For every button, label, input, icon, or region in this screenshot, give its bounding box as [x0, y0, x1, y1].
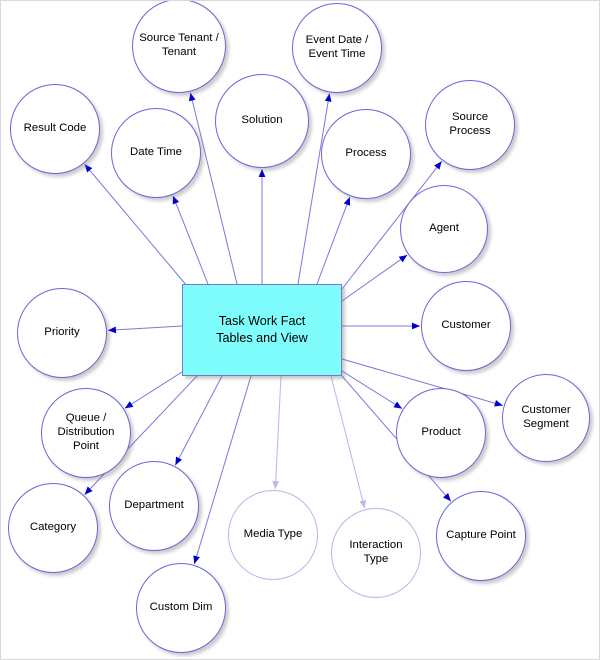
edge-line [316, 196, 351, 285]
edge-to-date-time [172, 195, 209, 285]
dimension-label: Customer [441, 319, 491, 332]
edge-arrowhead [272, 480, 280, 490]
dimension-product[interactable]: Product [396, 388, 486, 478]
dimension-label: Solution [241, 114, 283, 127]
edge-arrowhead [359, 499, 366, 509]
dimension-custom-dim[interactable]: Custom Dim [136, 563, 226, 653]
dimension-process[interactable]: Process [321, 109, 411, 199]
edge-line [341, 254, 408, 302]
dimension-label: Event Date / Event Time [305, 34, 369, 60]
dimension-label: Capture Point [446, 529, 516, 542]
edge-arrowhead [443, 493, 451, 502]
edge-arrowhead [434, 161, 442, 170]
dimension-label: Interaction Type [349, 539, 403, 565]
dimension-media-type[interactable]: Media Type [228, 490, 318, 580]
edge-arrowhead [494, 400, 503, 407]
edge-to-product [341, 370, 403, 410]
dimension-label: Result Code [23, 122, 87, 135]
dimension-department[interactable]: Department [109, 461, 199, 551]
edge-line [172, 195, 209, 285]
dimension-agent[interactable]: Agent [400, 185, 488, 273]
edge-arrowhead [258, 169, 266, 177]
edge-arrowhead [398, 254, 408, 263]
dimension-customer-segment[interactable]: Customer Segment [502, 374, 590, 462]
edge-arrowhead [172, 195, 180, 205]
dimension-solution[interactable]: Solution [215, 74, 309, 168]
edge-arrowhead [193, 555, 200, 564]
edge-line [341, 370, 403, 410]
dimension-source-process[interactable]: Source Process [425, 80, 515, 170]
edge-arrowhead [84, 164, 93, 173]
dimension-label: Source Tenant / Tenant [139, 32, 219, 58]
edge-arrowhead [393, 401, 403, 409]
edge-line [274, 375, 282, 490]
dimension-interaction-type[interactable]: Interaction Type [331, 508, 421, 598]
dimension-customer[interactable]: Customer [421, 281, 511, 371]
dimension-date-time[interactable]: Date Time [111, 108, 201, 198]
dimension-label: Category [29, 521, 77, 534]
edge-arrowhead [84, 486, 93, 495]
edge-to-customer [342, 322, 420, 330]
edge-arrowhead [412, 322, 420, 330]
dimension-priority[interactable]: Priority [17, 288, 107, 378]
dimension-label: Custom Dim [149, 601, 213, 614]
dimension-label: Agent [429, 222, 459, 235]
dimension-source-tenant[interactable]: Source Tenant / Tenant [132, 1, 226, 93]
dimension-label: Customer Segment [521, 404, 571, 430]
dimension-label: Priority [44, 326, 80, 339]
dimension-label: Process [345, 147, 387, 160]
edge-line [124, 371, 183, 409]
edge-line [330, 375, 366, 509]
edge-to-media-type [272, 375, 282, 490]
edge-to-interaction-type [330, 375, 366, 509]
edge-arrowhead [188, 92, 196, 102]
dimension-event-date-time[interactable]: Event Date / Event Time [292, 3, 382, 93]
star-schema-diagram: Task Work Fact Tables and View Result Cod… [0, 0, 600, 660]
dimension-label: Queue / Distribution Point [57, 412, 115, 452]
dimension-result-code[interactable]: Result Code [10, 84, 100, 174]
edge-line [107, 325, 183, 331]
edge-to-agent [341, 254, 408, 302]
edge-arrowhead [175, 456, 183, 466]
edge-to-queue-distribution [124, 371, 183, 409]
edge-arrowhead [343, 197, 351, 206]
edge-arrowhead [324, 93, 332, 102]
edge-to-priority [107, 325, 183, 334]
dimension-label: Source Process [449, 111, 491, 137]
dimension-category[interactable]: Category [8, 483, 98, 573]
fact-table-label: Task Work Fact Tables and View [216, 314, 308, 345]
dimension-queue-distribution[interactable]: Queue / Distribution Point [41, 388, 131, 478]
edge-arrowhead [107, 326, 117, 334]
edge-to-department [174, 375, 223, 466]
edge-to-solution [258, 169, 266, 284]
edge-line [174, 375, 223, 466]
dimension-label: Department [124, 499, 184, 512]
fact-table-task-work-fact[interactable]: Task Work Fact Tables and View [182, 284, 342, 376]
dimension-capture-point[interactable]: Capture Point [436, 491, 526, 581]
dimension-label: Media Type [243, 528, 303, 541]
dimension-label: Date Time [130, 146, 182, 159]
dimension-label: Product [421, 426, 461, 439]
edge-to-process [316, 196, 351, 285]
edge-arrowhead [124, 401, 134, 409]
